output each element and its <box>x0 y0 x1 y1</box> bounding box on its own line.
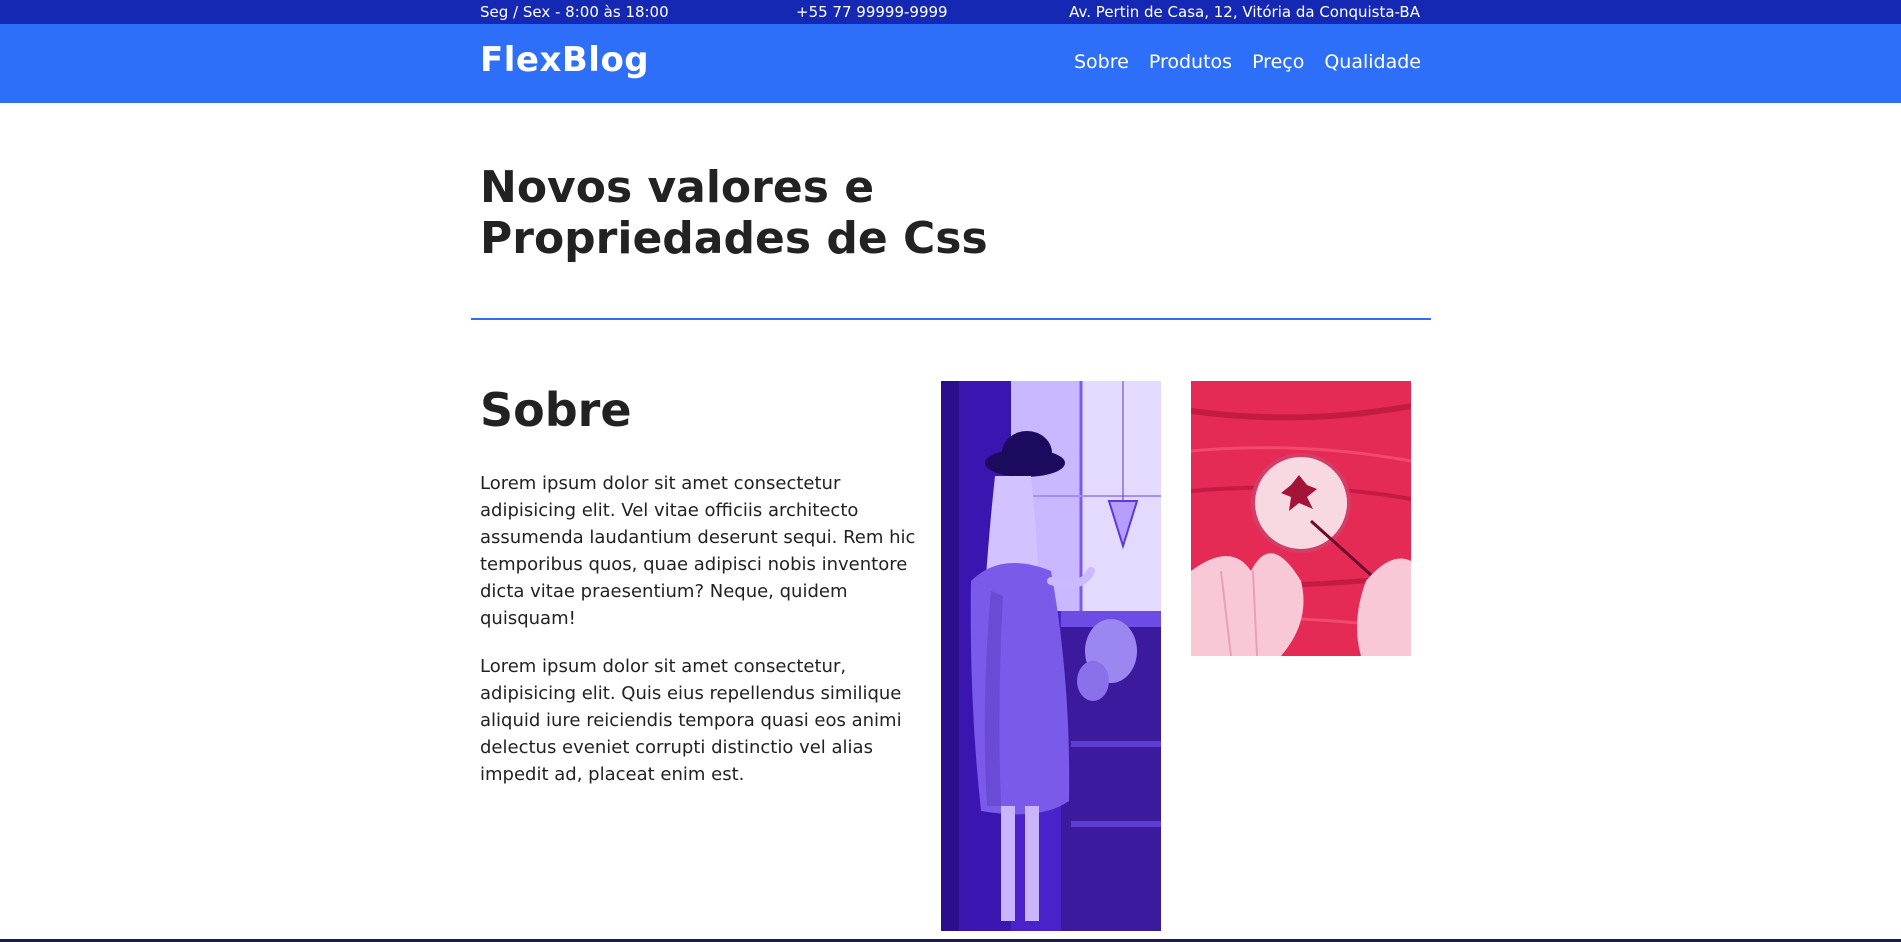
phone-number: +55 77 99999-9999 <box>796 3 948 21</box>
about-paragraph-2: Lorem ipsum dolor sit amet consectetur, … <box>480 656 902 785</box>
woman-window-illustration <box>941 381 1161 931</box>
painting-hands-illustration <box>1191 381 1411 656</box>
nav-link-produtos[interactable]: Produtos <box>1149 51 1232 73</box>
section-divider <box>471 318 1431 320</box>
main-nav: Sobre Produtos Preço Qualidade <box>1074 51 1421 73</box>
nav-link-preco[interactable]: Preço <box>1252 51 1304 73</box>
main-navbar: FlexBlog Sobre Produtos Preço Qualidade <box>0 24 1901 103</box>
business-hours: Seg / Sex - 8:00 às 18:00 <box>480 3 669 21</box>
hero-title: Novos valores e Propriedades de Css <box>480 162 1000 264</box>
top-info-bar: Seg / Sex - 8:00 às 18:00 +55 77 99999-9… <box>0 0 1901 24</box>
nav-link-qualidade[interactable]: Qualidade <box>1324 51 1421 73</box>
address: Av. Pertin de Casa, 12, Vitória da Conqu… <box>1069 3 1420 21</box>
brand-logo[interactable]: FlexBlog <box>480 40 649 80</box>
hero-title-line-1: Novos valores e <box>480 162 875 213</box>
about-paragraph-1: Lorem ipsum dolor sit amet consectetur a… <box>480 473 916 629</box>
painting-hands-photo <box>1191 381 1411 656</box>
about-heading: Sobre <box>480 383 632 437</box>
hero-title-line-2: Propriedades de Css <box>480 213 988 264</box>
nav-link-sobre[interactable]: Sobre <box>1074 51 1129 73</box>
woman-window-photo <box>941 381 1161 931</box>
